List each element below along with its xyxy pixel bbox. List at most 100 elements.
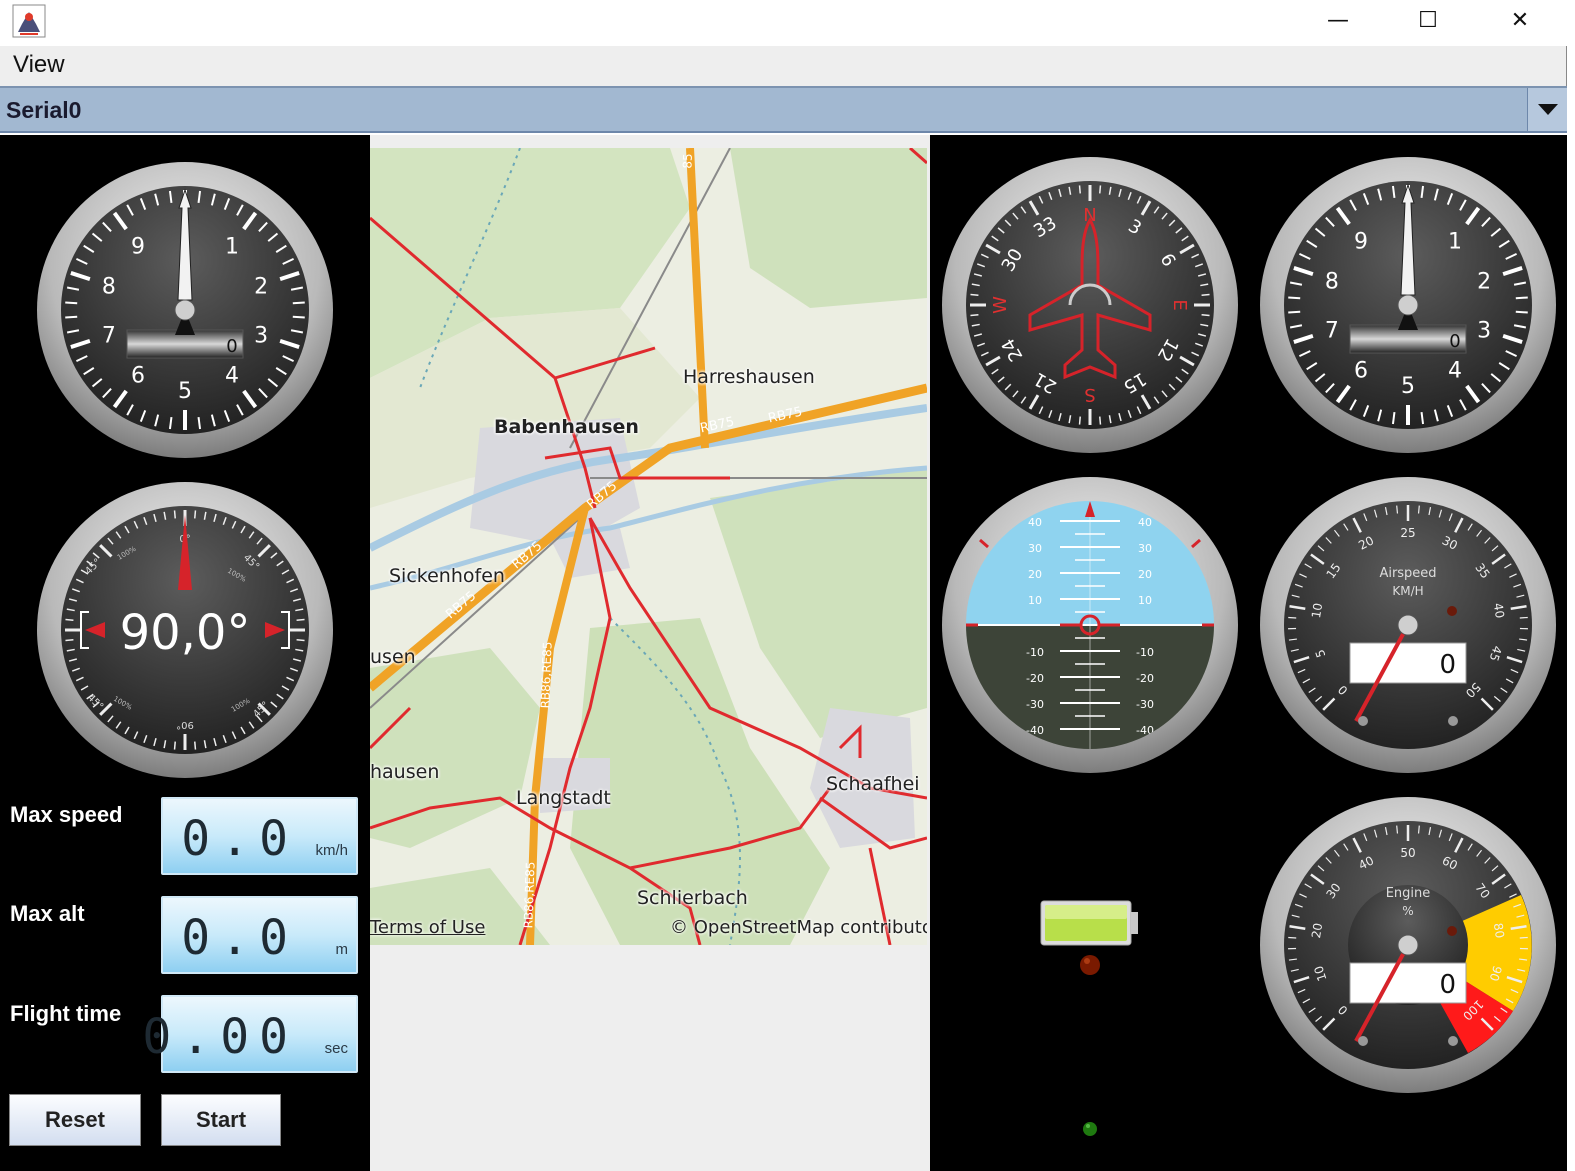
scale-label: 40 [1491, 602, 1507, 619]
close-button[interactable]: ✕ [1475, 0, 1565, 40]
max-alt-unit: m [335, 941, 349, 958]
tick [1099, 185, 1102, 194]
map-town-hausen: hausen [370, 761, 440, 783]
altimeter-gauge-right: 12 34 5 67 89 0 [1260, 157, 1556, 453]
flight-time-value: 0.00 [142, 1009, 298, 1065]
gauge-screw [1448, 1036, 1458, 1046]
engine-title: Engine [1386, 886, 1431, 901]
tick [1288, 616, 1297, 619]
map-town-harreshausen: Harreshausen [683, 366, 815, 388]
altimeter-digit: 9 [1354, 229, 1368, 254]
tick [173, 741, 176, 750]
max-alt-label: Max alt [10, 901, 85, 926]
altimeter-needle [177, 188, 193, 301]
compass-label: S [1084, 384, 1095, 405]
start-button[interactable]: Start [161, 1094, 281, 1146]
window-edge [1567, 46, 1575, 1171]
map-road-label: RB86,RE85 [521, 861, 538, 929]
pitch-label: 40 [1138, 516, 1152, 529]
tick [296, 639, 305, 642]
tick [65, 315, 78, 319]
airspeed-warning-led [1447, 606, 1457, 616]
altimeter-digit: 7 [102, 324, 116, 349]
maximize-button[interactable]: ☐ [1383, 0, 1473, 40]
tick [194, 741, 197, 750]
engine-value: 0 [1439, 970, 1456, 1000]
menu-bar: View [0, 46, 1567, 86]
engine-unit: % [1402, 904, 1413, 918]
minimize-button[interactable]: — [1293, 0, 1383, 40]
altimeter-digit: 8 [1325, 269, 1339, 294]
flight-time-label: Flight time [10, 1001, 122, 1026]
max-alt-value: 0.0 [181, 910, 298, 966]
altimeter-counter-value: 0 [226, 336, 237, 357]
altimeter-digit: 5 [178, 379, 192, 404]
terms-of-use-link[interactable]: Terms of Use [370, 917, 485, 938]
attitude-gauge: 40 4030 3020 2010 10-10 -10-20 -20-30 -30-40 -40 [942, 477, 1238, 773]
tick [1417, 825, 1420, 834]
altimeter-digit: 2 [254, 274, 268, 299]
battery-icon [1040, 900, 1138, 946]
map-town-schaafhei: Schaafhei [826, 773, 920, 795]
airspeed-unit: KM/H [1392, 584, 1423, 598]
tick [296, 618, 305, 621]
tick [1515, 296, 1528, 300]
map-road-label: RB86,RE85 [538, 641, 555, 709]
title-bar: — ☐ ✕ [0, 0, 1575, 46]
airspeed-title: Airspeed [1379, 566, 1436, 581]
osm-map[interactable]: Harreshausen Babenhausen Sickenhofen use… [370, 148, 927, 945]
tick [1201, 314, 1210, 317]
tick [1288, 936, 1297, 939]
max-speed-value: 0.0 [181, 811, 298, 867]
tick [1288, 296, 1301, 300]
map-tiles [370, 148, 927, 945]
dropdown-button[interactable] [1527, 88, 1567, 131]
gauge-screw [1358, 1036, 1368, 1046]
altimeter-needle [1400, 183, 1416, 296]
close-icon: ✕ [1510, 7, 1530, 33]
max-speed-label: Max speed [10, 802, 123, 827]
compass-label: E [1169, 299, 1190, 310]
scale-label: 20 [1309, 922, 1325, 939]
osm-attribution: © OpenStreetMap contributors [670, 917, 927, 938]
pitch-label: -30 [1026, 698, 1044, 711]
tick [1288, 310, 1301, 314]
tick [292, 301, 305, 305]
airspeed-value: 0 [1439, 650, 1456, 680]
minimize-icon: — [1327, 7, 1349, 33]
tick [65, 618, 74, 621]
flight-time-display: 0.00 sec [142, 995, 358, 1073]
engine-warning-led [1447, 926, 1457, 936]
tick [194, 510, 197, 519]
needle-hub [1397, 934, 1419, 956]
map-town-langstadt: Langstadt [516, 787, 611, 809]
tick [1396, 825, 1399, 834]
serial-port-select[interactable]: Serial0 [0, 86, 1567, 133]
heading-value: 90,0° [120, 605, 251, 661]
tick [1417, 505, 1420, 514]
java-app-icon [12, 4, 46, 38]
tick [173, 510, 176, 519]
compass-gauge: N36E1215S2124W3033 [942, 157, 1238, 453]
serial-port-value: Serial0 [6, 97, 82, 123]
reset-button[interactable]: Reset [9, 1094, 141, 1146]
altimeter-digit: 2 [1477, 269, 1491, 294]
tick [292, 315, 305, 319]
pitch-label: 10 [1138, 594, 1152, 607]
chevron-down-icon [1537, 103, 1558, 115]
tick [970, 314, 979, 317]
tick [1519, 936, 1528, 939]
tick [1519, 616, 1528, 619]
altimeter-digit: 3 [1477, 319, 1491, 344]
heading-bottom-label: 90° [176, 719, 194, 730]
left-instrument-panel: 12 34 5 67 89 0 45° 45° 45° 45° 100% 100% 10… [0, 135, 370, 1171]
altimeter-digit: 4 [1448, 359, 1462, 384]
altimeter-digit: 6 [1354, 359, 1368, 384]
scale-label: 25 [1400, 526, 1415, 540]
altimeter-digit: 1 [225, 234, 239, 259]
pitch-label: 40 [1028, 516, 1042, 529]
pitch-label: 30 [1138, 542, 1152, 555]
menu-view[interactable]: View [13, 51, 65, 79]
map-road-label: 85 [680, 153, 695, 169]
needle-hub [1397, 294, 1419, 316]
